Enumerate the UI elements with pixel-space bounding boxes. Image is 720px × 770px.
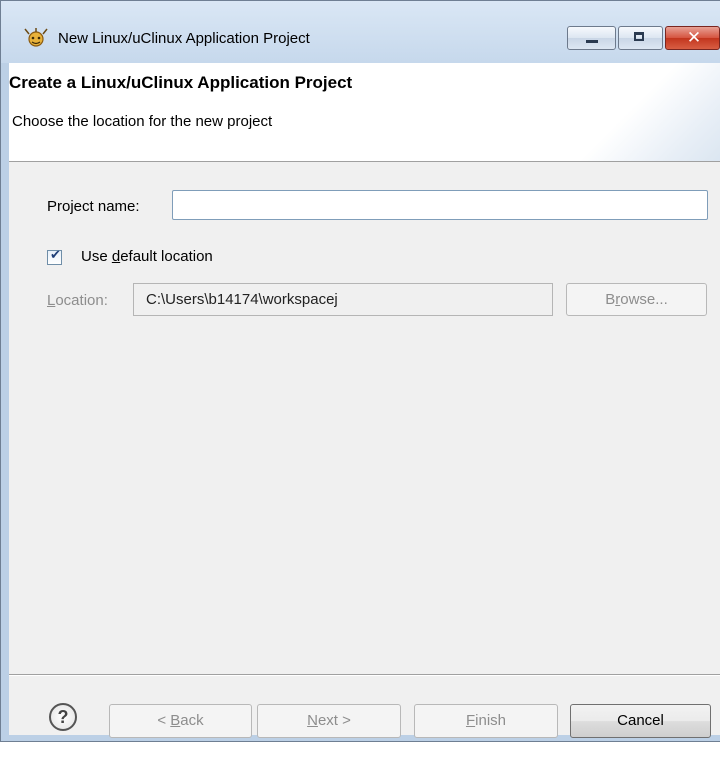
mnemonic: d [111, 248, 121, 265]
maximize-icon [634, 32, 644, 41]
help-icon[interactable]: ? [49, 703, 77, 731]
mnemonic: B [170, 712, 181, 729]
browse-button[interactable]: Browse... [566, 283, 707, 316]
label-part: Use [81, 248, 112, 265]
finish-button[interactable]: Finish [414, 704, 558, 738]
wizard-banner: Create a Linux/uClinux Application Proje… [9, 63, 720, 162]
label-part: B [605, 291, 616, 308]
wizard-window: New Linux/uClinux Application Project ✕ … [0, 0, 720, 742]
minimize-icon [586, 40, 598, 43]
page-description: Choose the location for the new project [12, 113, 273, 130]
project-name-label: Project name: [47, 198, 140, 215]
minimize-button[interactable] [567, 26, 616, 50]
eclipse-wizard-icon [24, 28, 48, 47]
footer-separator-highlight [9, 675, 720, 676]
window-title: New Linux/uClinux Application Project [58, 30, 310, 47]
location-field[interactable]: C:\Users\b14174\workspacej [133, 283, 553, 316]
checkmark-icon: ✔ [50, 248, 61, 263]
cancel-button[interactable]: Cancel [570, 704, 711, 738]
label-part: efault location [120, 248, 213, 265]
label-part: ack [180, 712, 204, 729]
maximize-button[interactable] [618, 26, 663, 50]
back-button[interactable]: < Back [109, 704, 252, 738]
close-button[interactable]: ✕ [665, 26, 720, 50]
use-default-location-checkbox[interactable]: ✔ [47, 248, 62, 265]
next-button[interactable]: Next > [257, 704, 401, 738]
wizard-client-area: Create a Linux/uClinux Application Proje… [9, 63, 720, 738]
project-name-input[interactable] [172, 190, 708, 220]
label-part: ocation: [55, 292, 108, 309]
label-part: < [157, 712, 171, 729]
label-part: inish [475, 712, 507, 729]
mnemonic: F [465, 712, 476, 729]
use-default-location-label[interactable]: Use default location [81, 248, 213, 265]
label-part: owse... [620, 291, 668, 308]
banner-decoration [561, 63, 720, 161]
title-bar[interactable]: New Linux/uClinux Application Project ✕ [1, 1, 720, 63]
location-label: Location: [47, 292, 108, 309]
mnemonic: N [307, 712, 318, 729]
label-part: ext > [317, 712, 351, 729]
page-title: Create a Linux/uClinux Application Proje… [9, 73, 353, 92]
close-icon: ✕ [686, 28, 702, 48]
